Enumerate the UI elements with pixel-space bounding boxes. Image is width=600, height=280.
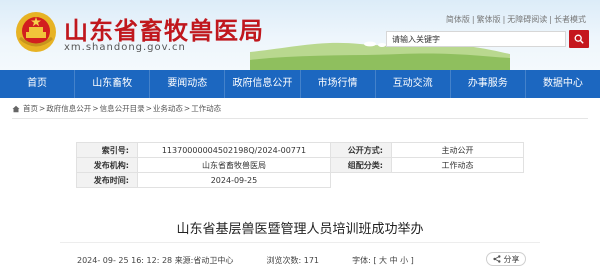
empty-cell [330, 173, 391, 188]
document-meta-table: 索引号: 11370000004502198Q/2024-00771 公开方式:… [76, 142, 525, 188]
search-button[interactable] [569, 30, 589, 48]
breadcrumb-gov-disclosure[interactable]: 政府信息公开 [46, 103, 91, 114]
breadcrumb-separator: > [92, 104, 99, 113]
main-nav: 首页 山东畜牧 要闻动态 政府信息公开 市场行情 互动交流 办事服务 数据中心 [0, 70, 600, 98]
date-label: 发布时间: [76, 172, 138, 188]
top-link-accessibility[interactable]: 无障碍阅读 [507, 15, 547, 24]
nav-item-market[interactable]: 市场行情 [301, 70, 376, 98]
site-domain: xm.shandong.gov.cn [64, 42, 186, 53]
breadcrumb-separator: > [39, 104, 46, 113]
source-label: 来源: [174, 256, 194, 265]
nav-item-shandong-livestock[interactable]: 山东畜牧 [75, 70, 151, 98]
search-icon [574, 34, 584, 44]
article-title: 山东省基层兽医暨管理人员培训班成功举办 [176, 222, 424, 237]
article-divider [60, 242, 540, 243]
nav-item-data-center[interactable]: 数据中心 [526, 70, 600, 98]
nav-item-interaction[interactable]: 互动交流 [376, 70, 451, 98]
breadcrumb-business-news[interactable]: 业务动态 [153, 103, 183, 114]
table-row: 索引号: 11370000004502198Q/2024-00771 公开方式:… [76, 142, 525, 158]
font-label: 字体: [352, 256, 371, 265]
breadcrumb-home[interactable]: 首页 [23, 103, 38, 114]
top-link-simplified[interactable]: 简体版 [446, 15, 470, 24]
top-link-elder-mode[interactable]: 长者模式 [554, 15, 586, 24]
breadcrumb-catalog[interactable]: 信息公开目录 [100, 103, 145, 114]
search-input[interactable]: 请输入关键字 [386, 31, 566, 47]
views-label: 浏览次数: [266, 256, 302, 265]
category-label: 组配分类: [329, 157, 392, 173]
share-button[interactable]: 分享 [486, 252, 526, 266]
top-links: 简体版 | 繁体版 | 无障碍阅读 | 长者模式 [445, 15, 586, 24]
nav-item-news[interactable]: 要闻动态 [150, 70, 226, 98]
views-value: 171 [303, 256, 320, 265]
article-info-bar: 2024- 09- 25 16: 12: 28 来源:省动卫中心 浏览次数: 1… [77, 255, 414, 266]
breadcrumb-divider [12, 118, 588, 119]
table-row: 发布机构: 山东省畜牧兽医局 组配分类: 工作动态 [76, 157, 525, 173]
index-value: 11370000004502198Q/2024-00771 [136, 142, 331, 158]
date-value: 2024-09-25 [136, 172, 331, 188]
breadcrumb: 首页 > 政府信息公开 > 信息公开目录 > 业务动态 > 工作动态 [12, 103, 221, 114]
table-row: 发布时间: 2024-09-25 [76, 172, 524, 188]
font-size-options[interactable]: [ 大 中 小 ] [373, 256, 413, 265]
disclosure-label: 公开方式: [329, 142, 392, 158]
nav-item-services[interactable]: 办事服务 [451, 70, 526, 98]
source-value: 省动卫中心 [193, 256, 234, 265]
breadcrumb-separator: > [145, 104, 152, 113]
publisher-value: 山东省畜牧兽医局 [136, 157, 331, 173]
home-icon [12, 105, 20, 112]
category-value: 工作动态 [390, 157, 525, 173]
top-link-traditional[interactable]: 繁体版 [477, 15, 501, 24]
nav-item-home[interactable]: 首页 [0, 70, 76, 98]
article-datetime: 2024- 09- 25 16: 12: 28 [77, 256, 173, 265]
empty-cell [391, 173, 523, 188]
nav-item-gov-disclosure[interactable]: 政府信息公开 [225, 70, 301, 98]
publisher-label: 发布机构: [76, 157, 138, 173]
national-emblem-icon[interactable] [14, 10, 58, 54]
disclosure-value: 主动公开 [390, 142, 525, 158]
share-icon [492, 255, 500, 263]
index-label: 索引号: [76, 142, 138, 158]
share-label: 分享 [503, 254, 520, 264]
breadcrumb-work-news[interactable]: 工作动态 [191, 103, 221, 114]
site-title[interactable]: 山东省畜牧兽医局 [64, 11, 264, 46]
breadcrumb-separator: > [183, 104, 191, 113]
site-header: 山东省畜牧兽医局 xm.shandong.gov.cn 简体版 | 繁体版 | 无障碍阅… [0, 0, 600, 70]
